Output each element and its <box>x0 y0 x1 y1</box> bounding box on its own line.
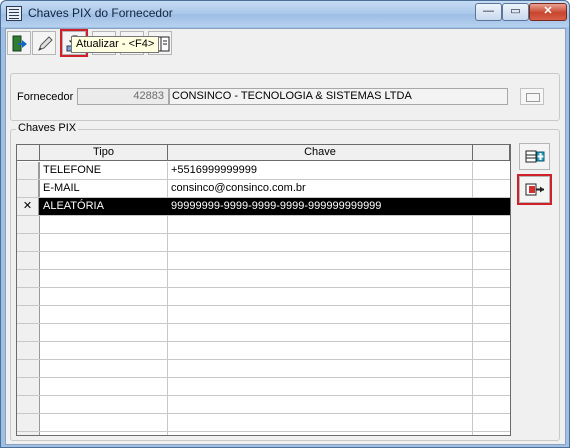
chave-cell[interactable]: +5516999999999 <box>168 162 473 179</box>
column-header-extra <box>473 145 510 161</box>
empty-row[interactable] <box>17 342 510 360</box>
delete-row-icon <box>525 183 544 196</box>
edit-button[interactable] <box>32 31 56 55</box>
empty-row[interactable] <box>17 324 510 342</box>
app-window: Chaves PIX do Fornecedor — ▭ ✕ Fornecedo… <box>0 0 570 448</box>
fornecedor-name-field: CONSINCO - TECNOLOGIA & SISTEMAS LTDA <box>169 88 508 105</box>
empty-row[interactable] <box>17 234 510 252</box>
client-area: ? Fornecedor 42883 CONSINCO - TECNOLOGIA… <box>5 28 566 445</box>
column-header-chave[interactable]: Chave <box>168 145 473 161</box>
exit-button[interactable] <box>7 31 31 55</box>
indicator-header <box>17 145 40 161</box>
pix-keys-grid[interactable]: Tipo Chave TELEFONE +5516999999999 E-MAI… <box>16 144 511 436</box>
empty-row[interactable] <box>17 414 510 432</box>
tipo-cell[interactable]: E-MAIL <box>40 180 168 197</box>
empty-row[interactable] <box>17 378 510 396</box>
fornecedor-label: Fornecedor <box>17 91 74 103</box>
row-indicator-x-icon: ✕ <box>17 198 39 215</box>
empty-row[interactable] <box>17 216 510 234</box>
add-row-button[interactable] <box>519 143 550 170</box>
chaves-pix-group-title: Chaves PIX <box>16 122 79 134</box>
add-row-icon <box>525 150 545 163</box>
maximize-button[interactable]: ▭ <box>502 3 529 21</box>
form-icon <box>6 6 22 21</box>
pencil-icon <box>38 36 53 51</box>
table-row-selected[interactable]: ✕ ALEATÓRIA 99999999-9999-9999-9999-9999… <box>17 198 510 216</box>
chave-cell[interactable]: 99999999-9999-9999-9999-999999999999 <box>168 198 473 215</box>
grid-header: Tipo Chave <box>17 145 510 161</box>
row-indicator <box>17 162 39 179</box>
window-title: Chaves PIX do Fornecedor <box>28 6 173 20</box>
column-header-tipo[interactable]: Tipo <box>40 145 168 161</box>
empty-row[interactable] <box>17 288 510 306</box>
table-row[interactable]: E-MAIL consinco@consinco.com.br <box>17 180 510 198</box>
tipo-cell[interactable]: ALEATÓRIA <box>40 198 168 215</box>
row-indicator <box>17 180 39 197</box>
empty-row[interactable] <box>17 360 510 378</box>
delete-row-button[interactable] <box>517 174 552 205</box>
close-button[interactable]: ✕ <box>529 3 567 21</box>
tooltip-atualizar: Atualizar - <F4> <box>71 36 160 53</box>
empty-row[interactable] <box>17 270 510 288</box>
empty-row[interactable] <box>17 396 510 414</box>
empty-row[interactable] <box>17 306 510 324</box>
title-bar[interactable]: Chaves PIX do Fornecedor — ▭ ✕ <box>1 1 569 27</box>
fornecedor-lookup-button[interactable] <box>520 88 544 105</box>
empty-row[interactable] <box>17 252 510 270</box>
exit-door-icon <box>12 35 27 52</box>
minimize-button[interactable]: — <box>475 3 502 21</box>
table-row[interactable]: TELEFONE +5516999999999 <box>17 162 510 180</box>
fornecedor-code-field[interactable]: 42883 <box>77 88 169 105</box>
tipo-cell[interactable]: TELEFONE <box>40 162 168 179</box>
chave-cell[interactable]: consinco@consinco.com.br <box>168 180 473 197</box>
